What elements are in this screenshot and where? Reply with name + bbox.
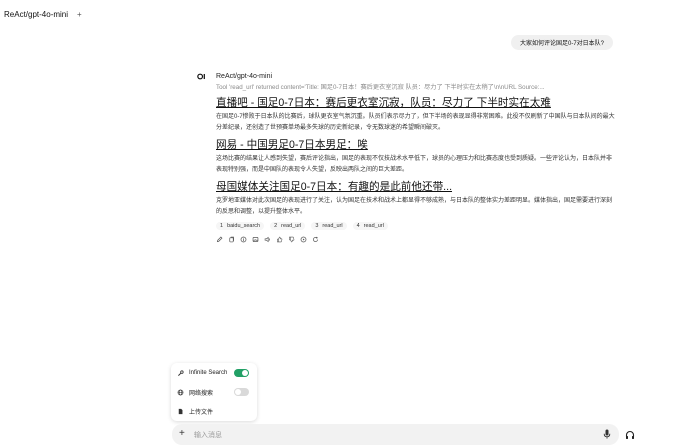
source-number: 4 [356,223,360,229]
play-icon[interactable] [300,236,307,243]
user-message-bubble: 大家如何评论国足0-7对日本队? [510,35,613,50]
source-chip[interactable]: 2 read_url [270,222,306,230]
source-citations: 1 baidu_search 2 read_url 3 read_url 4 r… [216,222,616,230]
menu-item-label: 网络搜索 [189,390,214,397]
source-chip[interactable]: 4 read_url [352,222,388,230]
source-number: 3 [315,223,319,229]
openai-logo-icon [197,73,205,80]
source-name: read_url [281,223,302,229]
menu-item-label: Infinite Search [189,370,228,376]
tool-output-summary[interactable]: Tool 'read_url' returned content='Title:… [216,83,616,92]
top-bar: ReAct/gpt-4o-mini + [0,0,690,28]
result-description: 克罗地亚媒体对此次国足的表现进行了关注，认为国足在技术和战术上都显得不够成熟，与… [216,198,613,215]
source-chip[interactable]: 1 baidu_search [216,222,265,230]
file-icon [177,408,184,415]
message-actions [216,236,616,243]
result-title-link[interactable]: 网易 - 中国男足0-7日本男足：唉 [216,138,616,152]
chat-input-bar: + [172,424,619,445]
edit-icon[interactable] [216,236,223,243]
search-result: 网易 - 中国男足0-7日本男足：唉 这场比赛的结果让人感到失望，赛后评论指出，… [216,138,616,176]
source-number: 1 [220,223,224,229]
model-selector-title[interactable]: ReAct/gpt-4o-mini [4,10,68,19]
result-description: 这场比赛的结果让人感到失望，赛后评论指出，国足的表现不仅技战术水平低下，球员的心… [216,156,613,173]
menu-item-infinite-search[interactable]: Infinite Search [177,367,251,379]
infinite-search-toggle[interactable] [234,369,249,377]
result-title-link[interactable]: 直播吧 - 国足0-7日本：赛后更衣室沉寂，队员：尽力了 下半时实在太难 [216,96,616,110]
copy-icon[interactable] [228,236,235,243]
source-chip[interactable]: 3 read_url [311,222,347,230]
menu-item-label: 上传文件 [189,409,214,416]
menu-item-upload-file[interactable]: 上传文件 [177,405,251,417]
add-model-button[interactable]: + [77,10,82,19]
headphones-icon[interactable] [625,430,635,440]
thumbs-up-icon[interactable] [276,236,283,243]
search-result: 直播吧 - 国足0-7日本：赛后更衣室沉寂，队员：尽力了 下半时实在太难 在国足… [216,96,616,134]
user-message-text: 大家如何评论国足0-7对日本队? [519,41,604,47]
plus-icon[interactable]: + [179,429,185,439]
tools-menu: Infinite Search 网络搜索 上传文件 [171,363,257,421]
assistant-model-name: ReAct/gpt-4o-mini [216,73,273,80]
web-search-toggle[interactable] [234,388,249,396]
thumbs-down-icon[interactable] [288,236,295,243]
globe-icon [177,389,184,396]
source-name: read_url [322,223,343,229]
speaker-icon[interactable] [264,236,271,243]
result-title-link[interactable]: 母国媒体关注国足0-7日本：有趣的是此前他还带... [216,180,616,194]
search-result: 母国媒体关注国足0-7日本：有趣的是此前他还带... 克罗地亚媒体对此次国足的表… [216,180,616,218]
wrench-icon [177,369,184,377]
source-name: baidu_search [227,223,261,229]
result-description: 在国足0-7惨败于日本队的比赛后，球队更衣室气氛沉重。队员们表示尽力了，但下半场… [216,114,615,131]
source-name: read_url [363,223,384,229]
regenerate-icon[interactable] [312,236,319,243]
menu-item-web-search[interactable]: 网络搜索 [177,386,251,398]
message-input[interactable] [192,428,576,442]
info-icon[interactable] [240,236,247,243]
image-icon[interactable] [252,236,259,243]
microphone-icon[interactable] [603,429,611,439]
source-number: 2 [274,223,278,229]
